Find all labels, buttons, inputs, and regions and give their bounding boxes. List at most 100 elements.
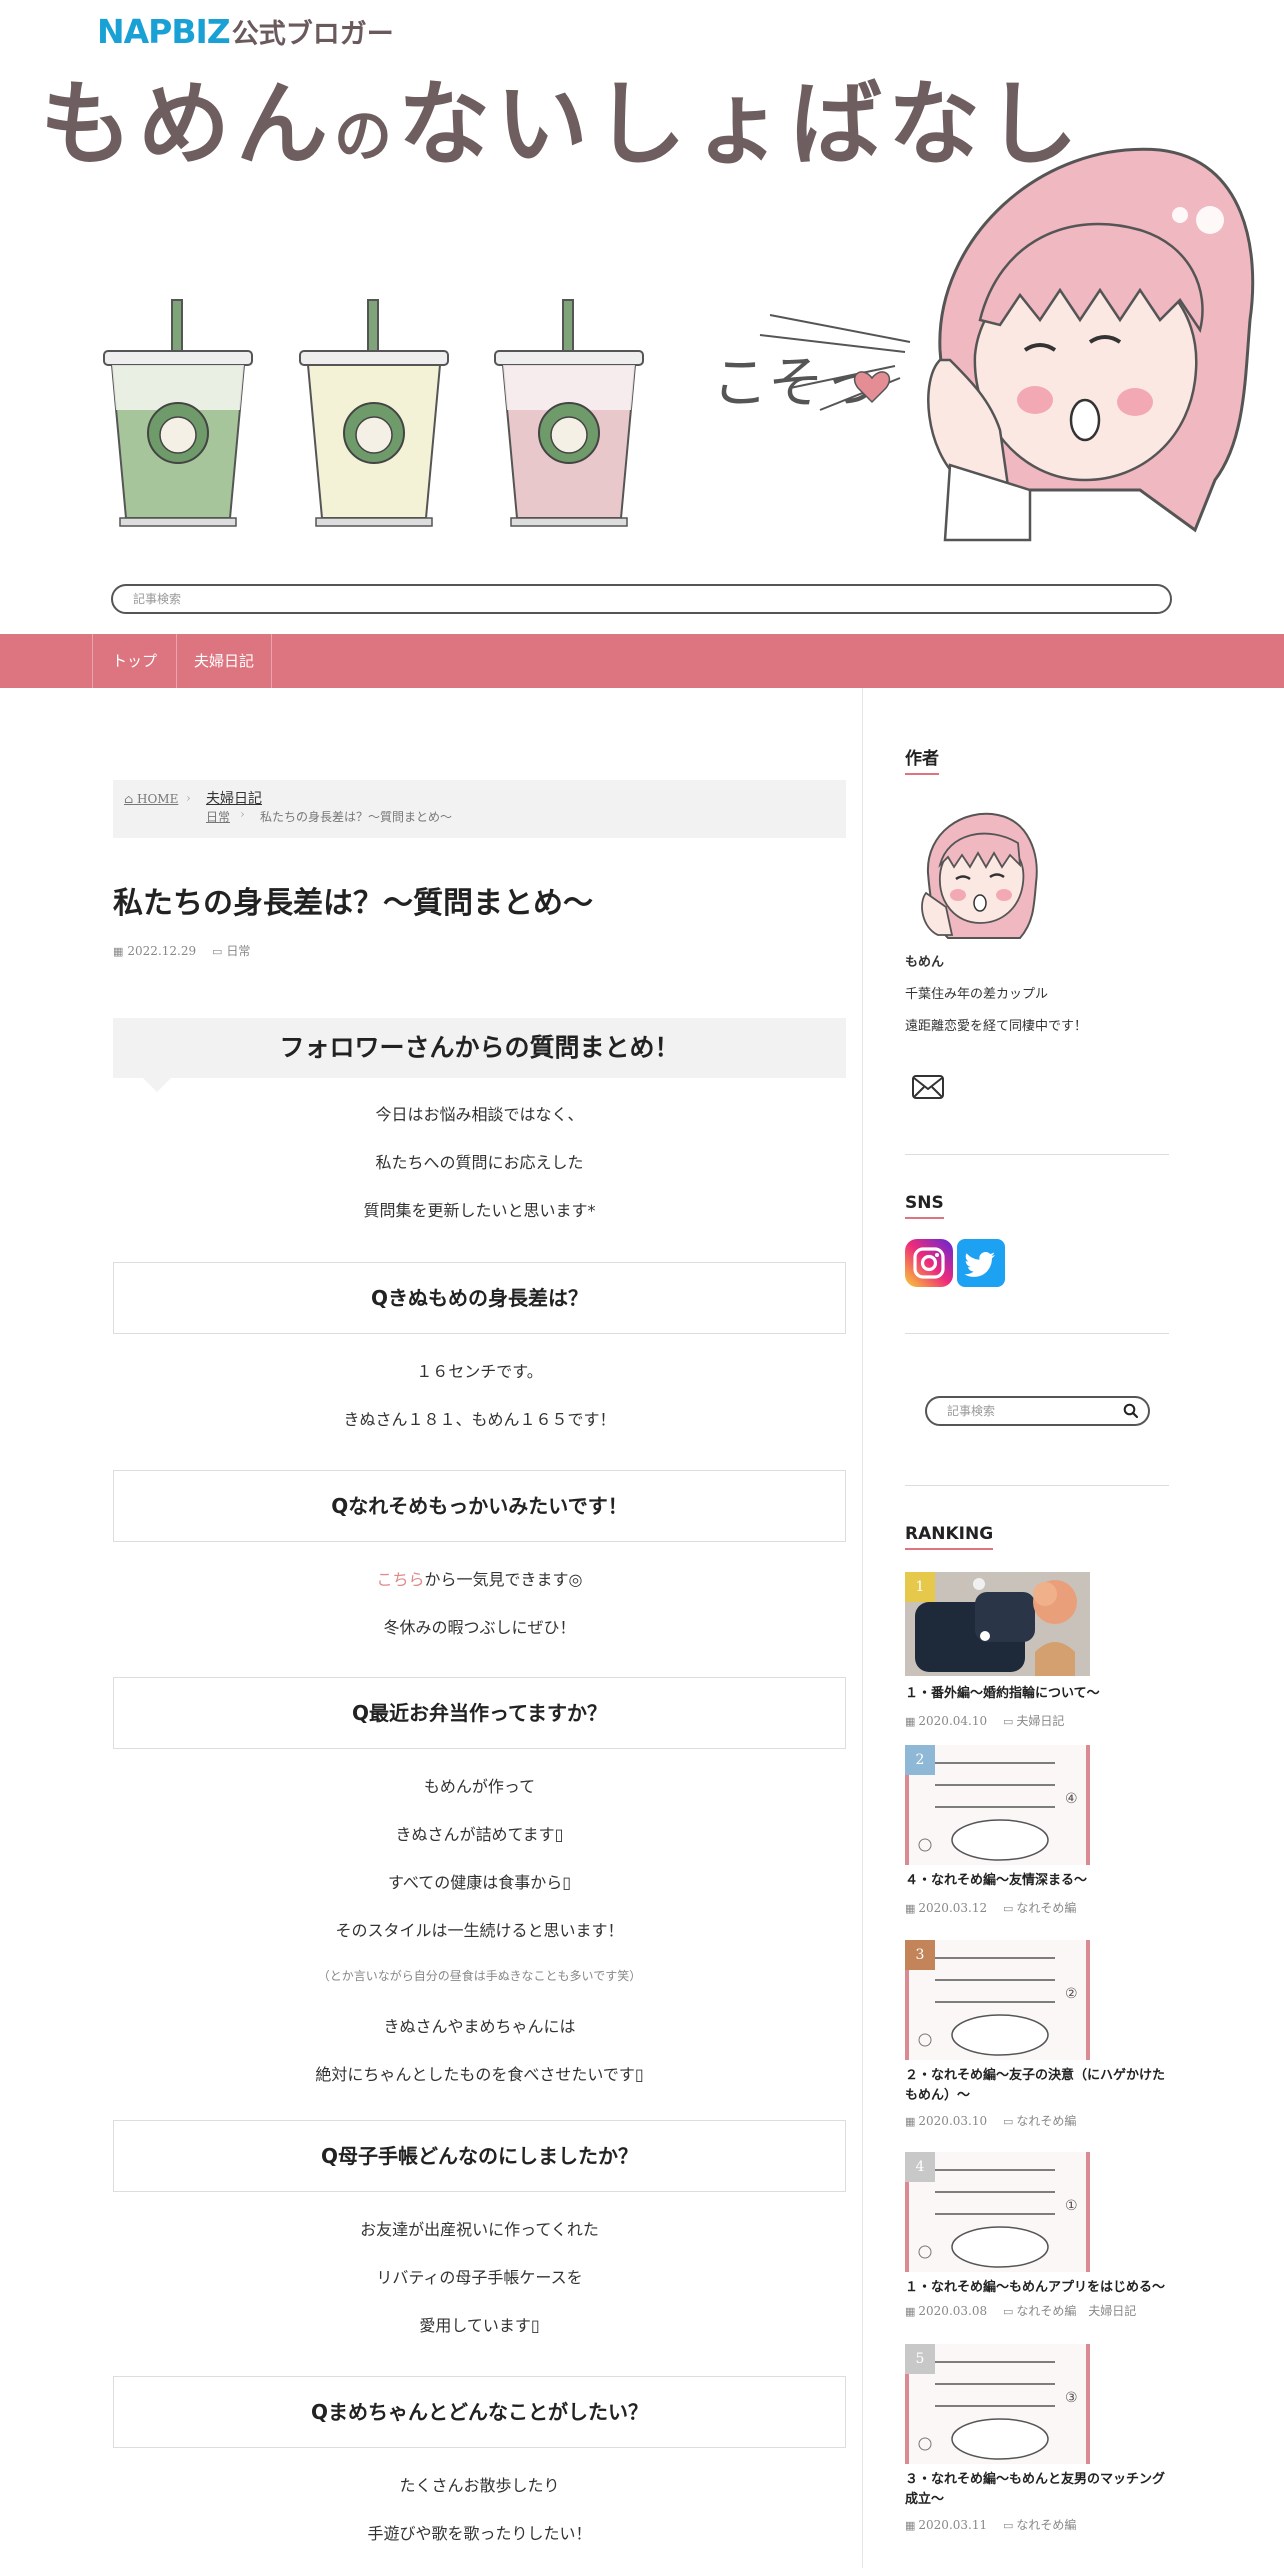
ranking-item[interactable]: 1 １・番外編〜婚約指輪について〜 ▦ 2020.04.10 ▭ 夫婦日記 [905, 1572, 1169, 1762]
post-title: 私たちの身長差は？〜質問まとめ〜 [113, 886, 593, 921]
heading-tail [143, 1078, 171, 1092]
ranking-category[interactable]: なれそめ編 [1016, 2518, 1076, 2532]
ranking-item[interactable]: ② 3 ２・なれそめ編〜友子の決意（にハゲかけたもめん）〜 ▦ 2020.03.1… [905, 1940, 1169, 2160]
ranking-meta: ▦ 2020.03.10 ▭ なれそめ編 [905, 2112, 1076, 2129]
author-description: 遠距離恋愛を経て同棲中です！ [905, 1019, 1088, 1034]
rank-number: 1 [905, 1572, 935, 1602]
widget-title-author: 作者 [905, 744, 939, 775]
nav-item-couple-diary[interactable]: 夫婦日記 [176, 634, 272, 688]
post-meta: ▦ 2022.12.29 ▭ 日常 [113, 942, 250, 959]
breadcrumb-home[interactable]: ⌂ HOME [124, 792, 178, 806]
folder-icon: ▭ [1002, 2115, 1014, 2128]
chevron-right-icon: › [186, 791, 191, 805]
nav-item-top[interactable]: トップ [92, 634, 176, 688]
ranking-item[interactable]: ④ 2 ４・なれそめ編〜友情深まる〜 ▦ 2020.03.12 ▭ なれそめ編 [905, 1745, 1169, 1945]
site-header: NAPBIZ公式ブロガー もめんのないしょばなし こそっ 記事検索 [0, 0, 1284, 634]
ranking-date: 2020.03.12 [918, 1901, 988, 1915]
question-heading: Qなれそめもっかいみたいです！ [113, 1470, 846, 1542]
folder-icon: ▭ [1002, 1715, 1014, 1728]
widget-separator [905, 1485, 1169, 1486]
paragraph: もめんが作って [423, 1777, 536, 1796]
search-icon[interactable] [1122, 1402, 1140, 1420]
ranking-date: 2020.03.11 [918, 2518, 988, 2532]
post-category[interactable]: 日常 [226, 944, 250, 958]
paragraph: １６センチです。 [416, 1362, 543, 1381]
ranking-date: 2020.03.08 [918, 2304, 988, 2318]
widget-separator [905, 1154, 1169, 1155]
ranking-category[interactable]: なれそめ編 [1016, 2114, 1076, 2128]
drink-cup-pink [494, 299, 644, 527]
calendar-icon: ▦ [113, 945, 124, 958]
widget-title-ranking: RANKING [905, 1524, 994, 1550]
ranking-category[interactable]: 夫婦日記 [1088, 2304, 1136, 2318]
ranking-date: 2020.03.10 [918, 2114, 988, 2128]
widget-separator [905, 1333, 1169, 1334]
ranking-thumbnail[interactable]: ② 3 [905, 1940, 1090, 2060]
section-heading-text: フォロワーさんからの質問まとめ！ [279, 1033, 680, 1062]
ranking-title[interactable]: １・番外編〜婚約指輪について〜 [905, 1684, 1169, 1704]
paragraph-note: （とか言いながら自分の昼食は手ぬきなことも多いです笑） [317, 1969, 642, 1983]
mail-icon[interactable] [911, 1074, 945, 1100]
ranking-date: 2020.04.10 [918, 1714, 988, 1728]
header-search-input[interactable] [113, 586, 1170, 612]
ranking-thumbnail[interactable]: ① 4 [905, 2152, 1090, 2272]
author-description: 千葉住み年の差カップル [905, 987, 1049, 1002]
question-heading: Qきぬもめの身長差は？ [113, 1262, 846, 1334]
paragraph: 私たちへの質問にお応えした [375, 1153, 584, 1172]
author-avatar[interactable] [908, 803, 1048, 943]
post-date: 2022.12.29 [127, 944, 197, 958]
episode-number: ② [1065, 1986, 1078, 2002]
napbiz-badge[interactable]: NAPBIZ公式ブロガー [97, 12, 394, 51]
ranking-category[interactable]: なれそめ編 [1016, 1901, 1076, 1915]
paragraph: 手遊びや歌を歌ったりしたい！ [367, 2524, 592, 2543]
paragraph: すべての健康は食事から▯ [387, 1873, 572, 1892]
calendar-icon: ▦ [905, 2519, 916, 2532]
breadcrumb-home-label: HOME [137, 792, 179, 806]
ranking-category[interactable]: 夫婦日記 [1016, 1714, 1064, 1728]
ranking-thumbnail[interactable]: ④ 2 [905, 1745, 1090, 1865]
folder-icon: ▭ [1002, 2519, 1014, 2532]
header-illustration: こそっ [103, 147, 1255, 542]
folder-icon: ▭ [211, 945, 223, 958]
folder-icon: ▭ [1002, 2305, 1014, 2318]
rank-number: 2 [905, 1745, 935, 1775]
widget-title-sns: SNS [905, 1193, 944, 1219]
paragraph: こちらから一気見できます◎ [113, 1566, 846, 1590]
paragraph-text: から一気見できます◎ [424, 1570, 583, 1589]
ranking-title[interactable]: ３・なれそめ編〜もめんと友男のマッチング成立〜 [905, 2470, 1169, 2510]
twitter-icon[interactable] [957, 1239, 1005, 1287]
paragraph: 今日はお悩み相談ではなく、 [375, 1105, 584, 1124]
breadcrumb-subcategory[interactable]: 日常 [206, 808, 230, 825]
badge-main: NAPBIZ [97, 12, 231, 51]
header-search[interactable] [111, 584, 1172, 614]
question-heading: Q母子手帳どんなのにしましたか？ [113, 2120, 846, 2192]
ranking-title[interactable]: ２・なれそめ編〜友子の決意（にハゲかけたもめん）〜 [905, 2066, 1169, 2106]
ranking-item[interactable]: ③ 5 ３・なれそめ編〜もめんと友男のマッチング成立〜 ▦ 2020.03.11 … [905, 2344, 1169, 2564]
question-heading: Qまめちゃんとどんなことがしたい？ [113, 2376, 846, 2448]
ranking-meta: ▦ 2020.03.11 ▭ なれそめ編 [905, 2516, 1076, 2533]
home-icon: ⌂ [124, 792, 134, 806]
breadcrumb-category[interactable]: 夫婦日記 [206, 788, 262, 808]
paragraph: 絶対にちゃんとしたものを食べさせたいです▯ [315, 2065, 644, 2084]
instagram-icon[interactable] [905, 1239, 953, 1287]
question-heading: Q最近お弁当作ってますか？ [113, 1677, 846, 1749]
sidebar-search[interactable] [925, 1396, 1150, 1426]
ranking-thumbnail[interactable]: ③ 5 [905, 2344, 1090, 2464]
sidebar-search-input[interactable] [927, 1398, 1107, 1424]
sidebar: 作者 もめん 千葉住み年の差カップル 遠距離恋愛を経て同棲中です！ SNS 記事… [863, 688, 1284, 2568]
breadcrumb: ⌂ HOME › 夫婦日記 日常 › 私たちの身長差は？〜質問まとめ〜 [113, 780, 846, 838]
section-heading: フォロワーさんからの質問まとめ！ [113, 1018, 846, 1092]
calendar-icon: ▦ [905, 1715, 916, 1728]
calendar-icon: ▦ [905, 2115, 916, 2128]
rank-number: 5 [905, 2344, 935, 2374]
post-link[interactable]: こちら [377, 1570, 425, 1589]
ranking-title[interactable]: １・なれそめ編〜もめんアプリをはじめる〜 [905, 2278, 1169, 2298]
girl-illustration [927, 147, 1255, 542]
paragraph: お友達が出産祝いに作ってくれた [360, 2220, 599, 2239]
chevron-right-icon: › [240, 807, 245, 821]
badge-sub: 公式ブロガー [231, 19, 394, 50]
ranking-category[interactable]: なれそめ編 [1016, 2304, 1076, 2318]
ranking-item[interactable]: ① 4 １・なれそめ編〜もめんアプリをはじめる〜 ▦ 2020.03.08 ▭ なれ… [905, 2152, 1169, 2352]
ranking-thumbnail[interactable]: 1 [905, 1572, 1090, 1692]
ranking-title[interactable]: ４・なれそめ編〜友情深まる〜 [905, 1871, 1169, 1891]
